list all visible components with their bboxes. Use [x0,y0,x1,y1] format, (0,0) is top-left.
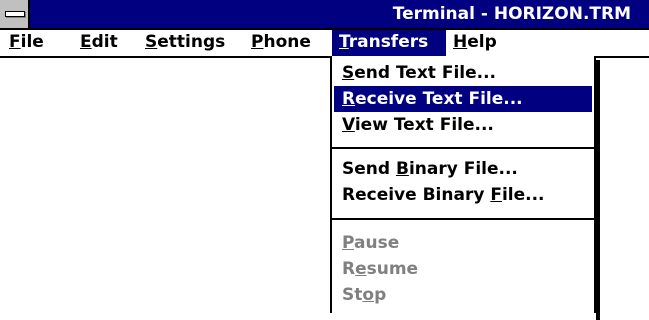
menu-item-view-text-file[interactable]: View Text File... [334,112,592,138]
title-bar: Terminal - HORIZON.TRM [0,0,649,30]
menu-phone[interactable]: Phone [244,30,318,56]
menu-item-receive-binary-file[interactable]: Receive Binary File... [334,182,592,208]
menu-file[interactable]: File [2,30,51,56]
menu-transfers[interactable]: Transfers [332,30,446,56]
menu-separator [332,147,594,149]
menu-bar: File Edit Settings Phone Transfers Help [0,30,649,58]
menu-edit[interactable]: Edit [73,30,125,56]
menu-item-send-binary-file[interactable]: Send Binary File... [334,156,592,182]
menu-item-resume: Resume [342,259,419,279]
system-menu-icon [5,11,25,17]
window-title: Terminal - HORIZON.TRM [392,4,631,24]
menu-item-send-text-file[interactable]: Send Text File... [334,60,592,86]
menu-separator [332,218,594,220]
menu-item-pause: Pause [342,233,400,253]
menu-item-receive-text-file[interactable]: Receive Text File... [334,86,592,112]
dropdown-shadow [596,60,600,320]
transfers-dropdown: Send Text File... Receive Text File... V… [330,56,600,320]
menu-help[interactable]: Help [446,30,504,56]
system-menu-button[interactable] [0,0,30,28]
menu-settings[interactable]: Settings [138,30,232,56]
menu-item-stop: Stop [342,285,387,305]
